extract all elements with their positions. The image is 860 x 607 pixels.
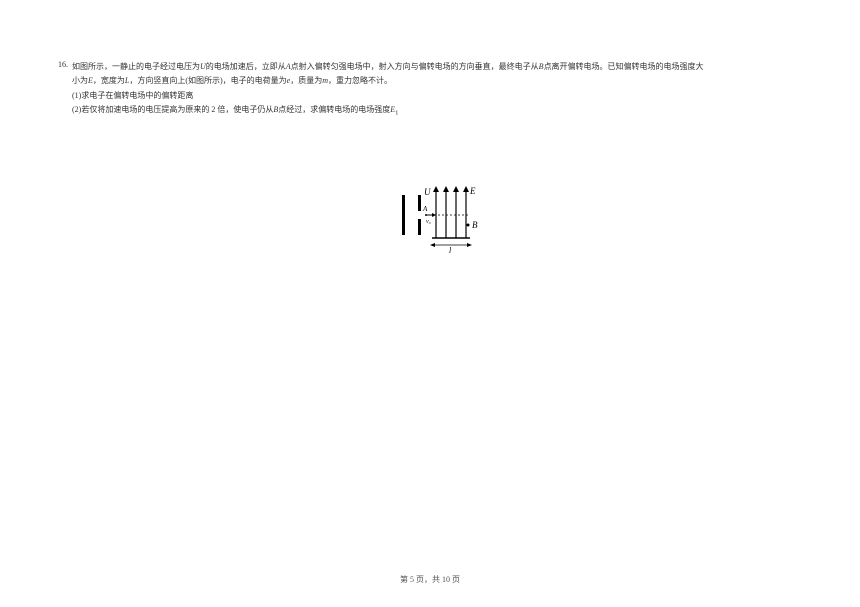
e-label: E	[469, 186, 476, 196]
a-label: A	[422, 205, 428, 213]
sub-question-1: (1)求电子在偏转电场中的偏转距离	[72, 89, 810, 103]
v0-label: v₀	[426, 219, 431, 225]
question-number: 16.	[50, 60, 72, 69]
l-label: l	[449, 246, 452, 255]
point-b-icon	[467, 223, 470, 226]
width-left-arrow-icon	[430, 243, 435, 247]
diagram-container: U A v₀	[72, 180, 810, 255]
u-label: U	[424, 187, 431, 197]
physics-diagram: U A v₀	[396, 180, 486, 255]
question-line-1: 如图所示，一静止的电子经过电压为U的电场加速后，立即从A点射入偏转匀强电场中，射…	[72, 60, 810, 74]
sub-question-2: (2)若仅将加速电场的电压提高为原来的 2 倍，使电子仍从B点经过，求偏转电场的…	[72, 103, 810, 120]
b-label: B	[472, 220, 478, 230]
width-right-arrow-icon	[467, 243, 472, 247]
left-plate-icon	[402, 195, 405, 235]
field-arrows-icon	[433, 186, 469, 238]
question-body: 如图所示，一静止的电子经过电压为U的电场加速后，立即从A点射入偏转匀强电场中，射…	[72, 60, 810, 255]
question-16: 16. 如图所示，一静止的电子经过电压为U的电场加速后，立即从A点射入偏转匀强电…	[50, 60, 810, 255]
page-footer: 第 5 页，共 10 页	[0, 574, 860, 585]
question-line-2: 小为E，宽度为L，方向竖直向上(如图所示)，电子的电荷量为e，质量为m，重力忽略…	[72, 74, 810, 88]
right-plate-lower-icon	[418, 219, 421, 235]
right-plate-upper-icon	[418, 195, 421, 211]
